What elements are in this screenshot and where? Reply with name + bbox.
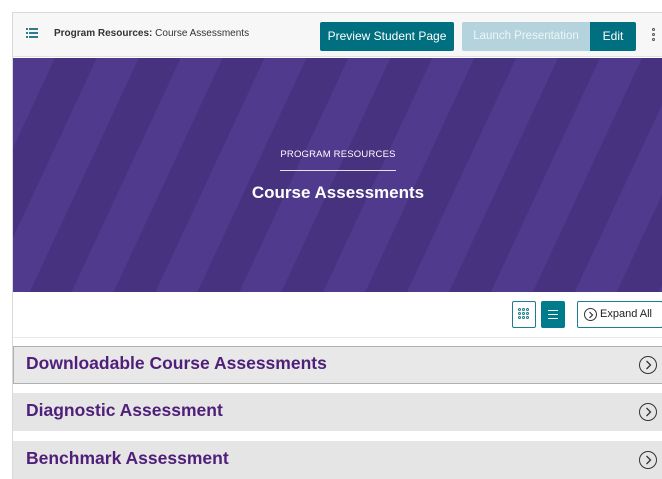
table-of-contents-icon[interactable] xyxy=(26,27,38,39)
edit-button[interactable]: Edit xyxy=(590,22,636,51)
grid-view-button[interactable] xyxy=(512,301,536,328)
preview-student-page-button[interactable]: Preview Student Page xyxy=(320,22,454,51)
accordion-section[interactable]: Benchmark Assessment xyxy=(13,441,662,479)
accordion-section[interactable]: Downloadable Course Assessments xyxy=(13,346,662,384)
top-bar: Program Resources: Course Assessments Pr… xyxy=(13,13,662,57)
breadcrumb-current: Course Assessments xyxy=(155,28,250,39)
section-title[interactable]: Downloadable Course Assessments xyxy=(26,353,327,374)
breadcrumb-parent[interactable]: Program Resources: xyxy=(54,28,152,39)
hero-eyebrow: PROGRAM RESOURCES xyxy=(280,149,396,160)
section-title[interactable]: Benchmark Assessment xyxy=(26,448,229,469)
hero-divider xyxy=(280,170,396,171)
chevron-right-circle-icon[interactable] xyxy=(639,356,657,374)
page-title: Course Assessments xyxy=(251,183,425,202)
list-view-button[interactable] xyxy=(541,301,565,328)
chevron-right-circle-icon[interactable] xyxy=(639,451,657,469)
list-icon xyxy=(548,310,558,312)
view-toolbar: Expand All xyxy=(13,292,662,338)
hero-banner: PROGRAM RESOURCES Course Assessments xyxy=(13,58,662,292)
page-frame: Program Resources: Course Assessments Pr… xyxy=(12,12,662,479)
more-options-icon[interactable] xyxy=(651,28,657,44)
expand-all-label: Expand All xyxy=(600,308,652,320)
expand-all-button[interactable]: Expand All xyxy=(577,301,662,328)
accordion-section[interactable]: Diagnostic Assessment xyxy=(13,393,662,431)
launch-presentation-button[interactable]: Launch Presentation xyxy=(462,22,590,51)
section-title[interactable]: Diagnostic Assessment xyxy=(26,400,223,421)
chevron-right-circle-icon[interactable] xyxy=(639,403,657,421)
breadcrumb: Program Resources: Course Assessments xyxy=(54,28,249,39)
chevron-right-circle-icon xyxy=(584,308,597,321)
